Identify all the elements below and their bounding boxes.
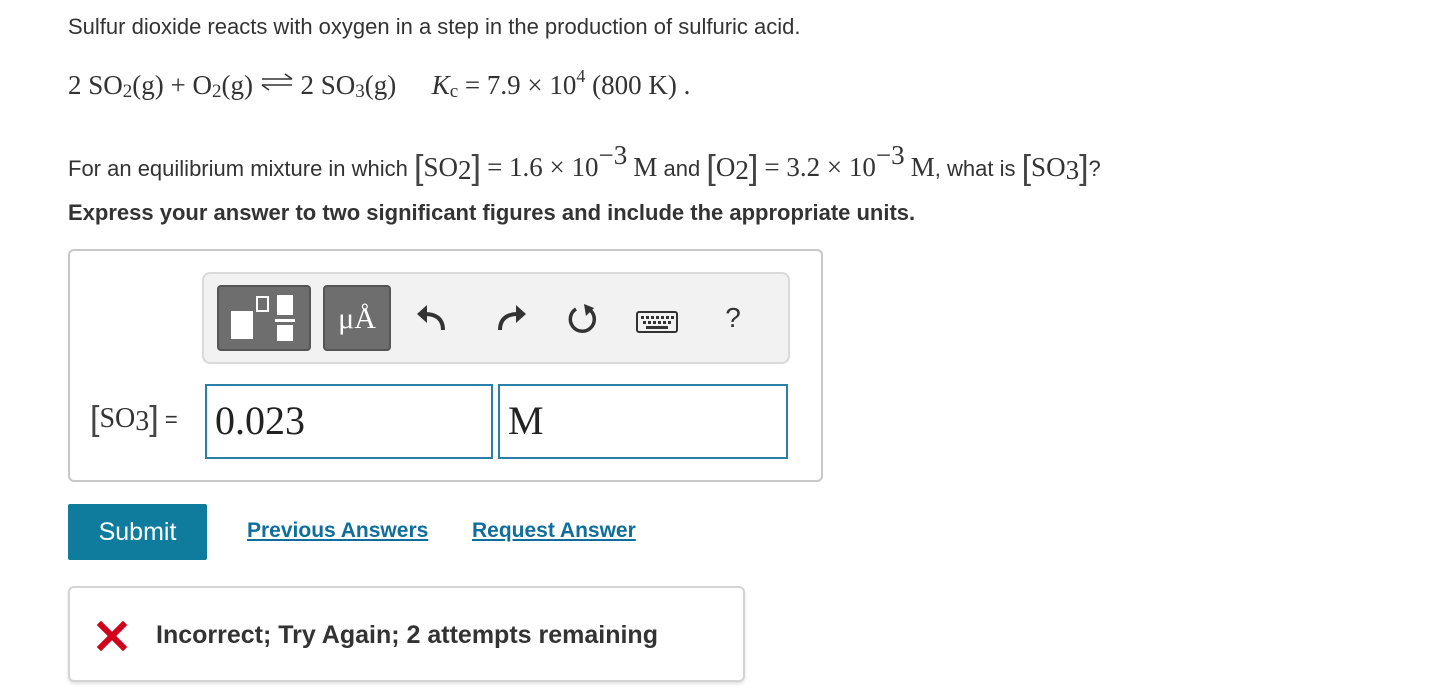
question-mark: ? [1089, 156, 1101, 181]
species: SO [423, 152, 458, 182]
equilibrium-constant-value: = 7.9 × 10 [465, 70, 576, 100]
exponent: −3 [876, 140, 905, 170]
question-text: For an equilibrium mixture in which [SO2… [68, 140, 1101, 188]
subscript: 2 [458, 155, 472, 185]
redo-icon[interactable] [490, 300, 530, 340]
request-answer-link[interactable]: Request Answer [472, 519, 636, 543]
exponent: −3 [599, 140, 628, 170]
keyboard-icon[interactable] [636, 310, 678, 334]
subscript: 3 [135, 406, 149, 437]
species: O [192, 70, 212, 100]
subscript: 2 [735, 155, 749, 185]
temperature: (800 K) . [592, 70, 690, 100]
bracket: ] [472, 149, 481, 187]
bracket: ] [749, 149, 758, 187]
bracket: [ [1022, 149, 1031, 187]
question-prefix: For an equilibrium mixture in which [68, 156, 408, 181]
subscript: 3 [355, 81, 365, 102]
question-suffix: , what is [935, 156, 1016, 181]
templates-icon [219, 287, 309, 349]
unit: M [911, 152, 935, 182]
answer-label: [SO3] = [90, 400, 178, 439]
answer-unit-input[interactable]: M [498, 384, 788, 459]
answer-value-input[interactable]: 0.023 [205, 384, 493, 459]
phase: (g) [132, 70, 163, 100]
species: SO [99, 403, 135, 434]
phase: (g) [365, 70, 396, 100]
plus-sign: + [171, 70, 186, 100]
coefficient: 2 [300, 70, 314, 100]
so2-concentration: = 1.6 × 10 [487, 152, 598, 182]
subscript: 3 [1066, 155, 1080, 185]
unit: M [633, 152, 657, 182]
species: O [716, 152, 736, 182]
equilibrium-arrows-icon [260, 72, 294, 92]
exponent: 4 [576, 66, 585, 86]
submit-button[interactable]: Submit [68, 504, 207, 560]
phase: (g) [221, 70, 252, 100]
undo-icon[interactable] [413, 300, 453, 340]
bracket: ] [149, 400, 158, 438]
o2-concentration: = 3.2 × 10 [764, 152, 875, 182]
equilibrium-constant-symbol: K [432, 70, 450, 100]
incorrect-x-icon [96, 620, 128, 652]
previous-answers-link[interactable]: Previous Answers [247, 519, 428, 543]
conjunction: and [664, 156, 701, 181]
subscript: c [450, 81, 458, 102]
feedback-text: Incorrect; Try Again; 2 attempts remaini… [156, 621, 658, 650]
species: SO [321, 70, 356, 100]
species: SO [88, 70, 123, 100]
equals-sign: = [165, 407, 178, 432]
bracket: ] [1079, 149, 1088, 187]
reaction-equation: 2 SO2(g) + O2(g) 2 SO3(g) Kc = 7.9 × 104… [68, 66, 690, 103]
species: SO [1031, 152, 1066, 182]
subscript: 2 [123, 81, 133, 102]
units-button[interactable]: μÅ [323, 285, 391, 351]
instruction-text: Express your answer to two significant f… [68, 200, 915, 226]
help-button[interactable]: ? [718, 302, 748, 334]
templates-button[interactable] [217, 285, 311, 351]
bracket: [ [706, 149, 715, 187]
reset-icon[interactable] [562, 300, 602, 340]
coefficient: 2 [68, 70, 82, 100]
intro-text: Sulfur dioxide reacts with oxygen in a s… [68, 14, 801, 40]
